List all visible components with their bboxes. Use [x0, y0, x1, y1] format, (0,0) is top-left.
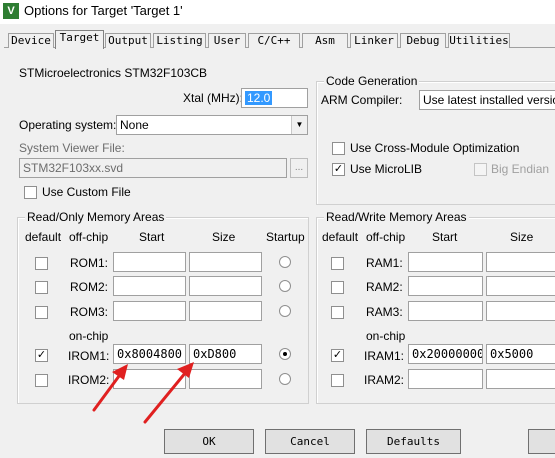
annotation-arrows: [92, 362, 194, 424]
arrow-to-irom1-start: [92, 364, 128, 412]
arrow-to-irom1-size: [143, 362, 194, 424]
tab-target[interactable]: Target: [55, 30, 104, 49]
